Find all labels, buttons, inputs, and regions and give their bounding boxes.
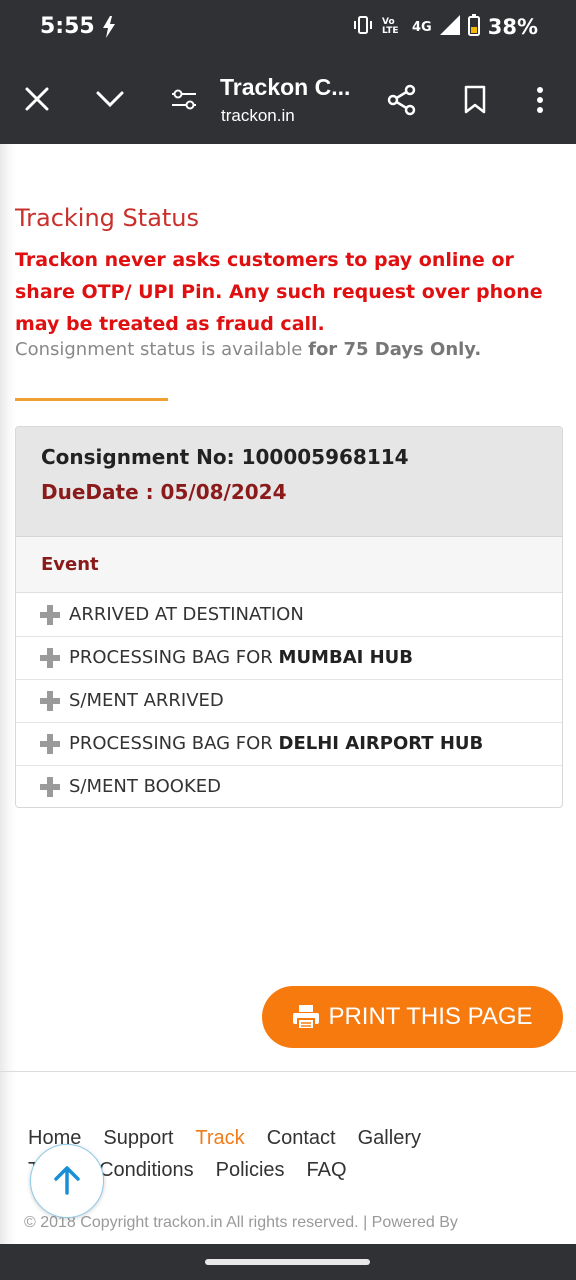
event-row[interactable]: PROCESSING BAG FOR MUMBAI HUB [16,636,562,680]
expand-plus-icon[interactable] [40,690,60,711]
event-row[interactable]: ARRIVED AT DESTINATION [16,593,562,637]
event-text: PROCESSING BAG FOR DELHI AIRPORT HUB [69,733,484,754]
expand-plus-icon[interactable] [40,733,60,754]
availability-note: Consignment status is available for 75 D… [15,339,481,360]
page-title: Trackon C... [220,74,351,100]
network-label: 4G [412,19,432,35]
settings-sliders-icon[interactable] [170,84,202,116]
status-bar: 5:55 Vo LTE 4G 38% [0,0,576,56]
expand-plus-icon[interactable] [40,647,60,668]
footer-divider [0,1071,576,1072]
due-date: DueDate : 05/08/2024 [41,480,287,504]
battery-icon [467,14,480,40]
print-button-label: PRINT THIS PAGE [328,1003,533,1030]
browser-toolbar: Trackon C... trackon.in [0,56,576,144]
consignment-header: Consignment No: 100005968114 DueDate : 0… [16,427,562,537]
copyright-text: © 2018 Copyright trackon.in All rights r… [24,1214,458,1231]
event-text: S/MENT BOOKED [69,776,221,797]
close-icon[interactable] [22,84,54,116]
tracking-status-heading: Tracking Status [15,204,200,232]
footer-link-gallery[interactable]: Gallery [358,1122,421,1154]
event-text: S/MENT ARRIVED [69,690,224,711]
footer-link-policies[interactable]: Policies [216,1154,285,1186]
event-column-header: Event [16,537,562,593]
system-nav-bar [0,1244,576,1280]
availability-prefix: Consignment status is available [15,339,309,360]
footer-link-track[interactable]: Track [195,1122,244,1154]
consignment-number: Consignment No: 100005968114 [41,445,409,469]
chevron-down-icon[interactable] [94,84,126,116]
footer-link-support[interactable]: Support [103,1122,173,1154]
footer-link-faq[interactable]: FAQ [307,1154,347,1186]
arrow-up-icon [54,1166,80,1195]
expand-plus-icon[interactable] [40,776,60,797]
status-time: 5:55 [40,14,95,39]
event-header-label: Event [41,554,99,575]
printer-icon [293,1005,320,1030]
footer-links-row: Home Support Track Contact Gallery [28,1122,568,1154]
home-gesture-handle[interactable] [205,1259,370,1265]
status-icons: Vo LTE 4G 38% [352,14,538,40]
footer-links-row: T& ConditionsPoliciesFAQ [28,1154,568,1186]
event-text: PROCESSING BAG FOR MUMBAI HUB [69,647,413,668]
signal-icon [439,15,460,39]
fraud-warning: Trackon never asks customers to pay onli… [15,249,543,335]
event-row[interactable]: S/MENT ARRIVED [16,679,562,723]
page-url[interactable]: trackon.in [221,106,295,126]
consignment-card: Consignment No: 100005968114 DueDate : 0… [15,426,563,808]
battery-percent: 38% [487,15,538,39]
footer-links: HomeSupportTrackContactGallery T& Condit… [28,1122,568,1186]
flash-icon [102,16,116,42]
event-text: ARRIVED AT DESTINATION [69,604,304,625]
footer-link-contact[interactable]: Contact [267,1122,336,1154]
share-icon[interactable] [386,84,418,116]
page-content: Tracking Status Trackon never asks custo… [0,144,576,1244]
scroll-to-top-button[interactable] [30,1144,104,1218]
heading-divider [15,398,168,401]
more-icon[interactable] [530,84,562,116]
event-row[interactable]: PROCESSING BAG FOR DELHI AIRPORT HUB [16,722,562,766]
vibrate-icon [352,15,374,39]
event-row[interactable]: S/MENT BOOKED [16,765,562,807]
volte-label: Vo LTE [382,17,399,36]
print-page-button[interactable]: PRINT THIS PAGE [262,986,563,1048]
bookmark-icon[interactable] [462,84,494,116]
availability-days: for 75 Days Only. [308,339,482,360]
expand-plus-icon[interactable] [40,604,60,625]
